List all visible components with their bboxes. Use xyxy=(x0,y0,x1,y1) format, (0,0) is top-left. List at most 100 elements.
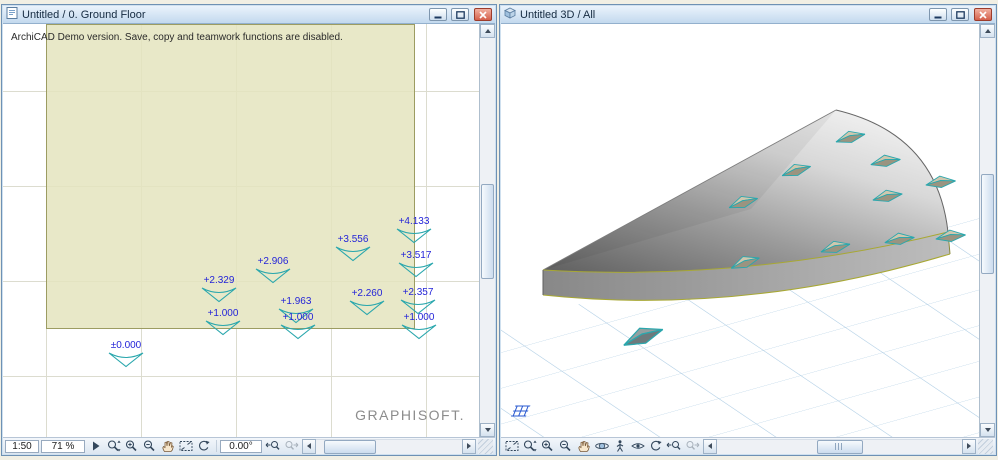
horizontal-scroll-thumb[interactable] xyxy=(816,439,863,454)
vertical-scroll-thumb[interactable] xyxy=(481,184,494,279)
plan-window-title: Untitled / 0. Ground Floor xyxy=(22,8,146,21)
level-label: +1.000 xyxy=(403,312,435,323)
maximize-button[interactable] xyxy=(951,8,969,21)
rotate-view-icon[interactable] xyxy=(647,439,665,454)
plan-statusbar: 1:50 71 % 0.00° xyxy=(3,437,495,454)
scroll-down-button[interactable] xyxy=(980,423,995,437)
fit-view-icon[interactable] xyxy=(177,439,195,454)
right-arrow-icon xyxy=(467,443,471,449)
roof-marker-3d[interactable] xyxy=(818,236,854,264)
view3d-window: Untitled 3D / All xyxy=(499,4,997,456)
zoom-out-icon[interactable] xyxy=(557,439,575,454)
level-marker[interactable]: +2.906 xyxy=(251,256,295,284)
roof-marker-3d[interactable] xyxy=(934,226,968,250)
grid-origin-icon[interactable] xyxy=(509,404,531,425)
plan-markers: ±0.000 +1.000 +2.329 +2.906 +1.963 +1.000 +3.5… xyxy=(3,24,479,437)
level-label: +1.000 xyxy=(207,308,239,319)
roof-marker-3d[interactable] xyxy=(726,190,763,219)
pan-hand-icon[interactable] xyxy=(575,439,593,454)
level-label: +2.260 xyxy=(351,288,383,299)
level-label: ±0.000 xyxy=(110,340,142,351)
scroll-up-button[interactable] xyxy=(480,24,495,38)
level-marker[interactable]: +1.000 xyxy=(276,312,320,340)
zoom-out-icon[interactable] xyxy=(141,439,159,454)
zoom-in-icon[interactable] xyxy=(539,439,557,454)
roof-marker-3d[interactable] xyxy=(883,229,918,254)
level-marker[interactable]: +2.260 xyxy=(345,288,389,316)
level-label: +2.329 xyxy=(203,275,235,286)
left-arrow-icon xyxy=(708,443,712,449)
plan-document-icon xyxy=(6,6,18,24)
pan-hand-icon[interactable] xyxy=(159,439,177,454)
zoom-stepper-icon[interactable] xyxy=(521,439,539,454)
next-zoom-icon[interactable] xyxy=(282,439,300,454)
prev-zoom-icon[interactable] xyxy=(264,439,282,454)
level-label: +4.133 xyxy=(398,216,430,227)
zoom-stepper-icon[interactable] xyxy=(105,439,123,454)
orbit-icon[interactable] xyxy=(593,439,611,454)
level-marker[interactable]: +2.329 xyxy=(197,275,241,303)
scale-field[interactable]: 1:50 xyxy=(5,439,39,453)
fit-view-icon[interactable] xyxy=(503,439,521,454)
prev-zoom-icon[interactable] xyxy=(665,439,683,454)
zoom-percent-field[interactable]: 71 % xyxy=(41,439,85,453)
scroll-left-button[interactable] xyxy=(703,438,717,454)
plan-window: Untitled / 0. Ground Floor ArchiCAD Demo… xyxy=(1,4,497,456)
roof-marker-3d[interactable] xyxy=(833,126,869,154)
ground-marker-3d[interactable] xyxy=(618,318,670,359)
level-marker[interactable]: +4.133 xyxy=(392,216,436,244)
horizontal-scroll-track[interactable] xyxy=(717,438,962,454)
level-marker[interactable]: +1.000 xyxy=(201,308,245,336)
orientation-angle-field[interactable]: 0.00° xyxy=(220,439,262,453)
scroll-right-button[interactable] xyxy=(462,438,476,454)
level-marker[interactable]: +1.000 xyxy=(397,312,441,340)
scroll-up-button[interactable] xyxy=(980,24,995,38)
minimize-button[interactable] xyxy=(929,8,947,21)
rotate-view-icon[interactable] xyxy=(195,439,213,454)
plan-toolbar-icons-a xyxy=(87,439,213,454)
right-arrow-icon xyxy=(967,443,971,449)
level-marker[interactable]: +3.517 xyxy=(394,250,438,278)
up-arrow-icon xyxy=(484,29,491,33)
resize-grip[interactable] xyxy=(478,438,493,454)
scroll-right-button[interactable] xyxy=(962,438,976,454)
view3d-window-title: Untitled 3D / All xyxy=(520,8,596,21)
play-icon[interactable] xyxy=(87,439,105,454)
horizontal-scroll-thumb[interactable] xyxy=(324,439,376,454)
level-label: +1.000 xyxy=(282,312,314,323)
scroll-left-button[interactable] xyxy=(302,438,316,454)
roof-marker-3d[interactable] xyxy=(869,151,904,176)
thumb-grip xyxy=(835,443,844,450)
look-icon[interactable] xyxy=(629,439,647,454)
view3d-vertical-scrollbar[interactable] xyxy=(980,24,995,437)
down-arrow-icon xyxy=(984,428,991,432)
plan-canvas[interactable]: ArchiCAD Demo version. Save, copy and te… xyxy=(3,24,480,437)
view3d-canvas[interactable] xyxy=(501,24,980,437)
maximize-button[interactable] xyxy=(451,8,469,21)
minimize-button[interactable] xyxy=(429,8,447,21)
roof-marker-3d[interactable] xyxy=(779,158,816,187)
view3d-markers xyxy=(501,24,979,437)
roof-marker-3d[interactable] xyxy=(728,250,765,280)
level-marker[interactable]: +3.556 xyxy=(331,234,375,262)
plan-titlebar[interactable]: Untitled / 0. Ground Floor xyxy=(3,6,495,24)
archicad-desktop: Untitled / 0. Ground Floor ArchiCAD Demo… xyxy=(0,0,998,460)
view3d-horizontal-scrollbar[interactable] xyxy=(703,438,976,454)
level-label: +1.963 xyxy=(280,296,312,307)
roof-marker-3d[interactable] xyxy=(924,172,958,196)
vertical-scroll-thumb[interactable] xyxy=(981,174,994,274)
scroll-down-button[interactable] xyxy=(480,423,495,437)
walk-icon[interactable] xyxy=(611,439,629,454)
plan-horizontal-scrollbar[interactable] xyxy=(302,438,476,454)
close-button[interactable] xyxy=(474,8,492,21)
next-zoom-icon[interactable] xyxy=(683,439,701,454)
horizontal-scroll-track[interactable] xyxy=(316,438,462,454)
close-button[interactable] xyxy=(974,8,992,21)
level-marker[interactable]: ±0.000 xyxy=(104,340,148,368)
resize-grip[interactable] xyxy=(978,438,993,454)
roof-marker-3d[interactable] xyxy=(870,185,905,211)
level-marker[interactable]: +2.357 xyxy=(396,287,440,315)
plan-vertical-scrollbar[interactable] xyxy=(480,24,495,437)
view3d-titlebar[interactable]: Untitled 3D / All xyxy=(501,6,995,24)
zoom-in-icon[interactable] xyxy=(123,439,141,454)
